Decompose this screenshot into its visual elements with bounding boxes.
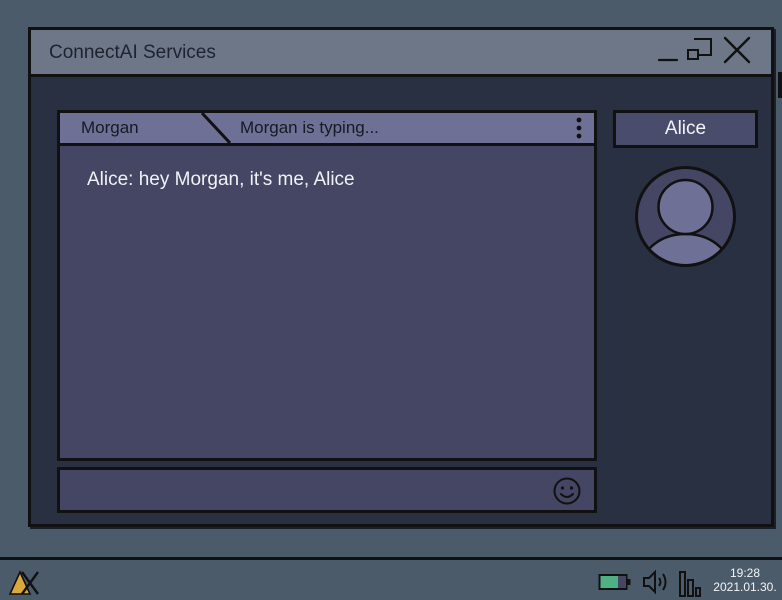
volume-icon[interactable] <box>641 569 669 595</box>
minimize-icon <box>657 58 679 62</box>
chat-tab-bar: Morgan Morgan is typing... <box>60 113 594 146</box>
clock-time: 19:28 <box>729 566 761 580</box>
typing-status: Morgan is typing... <box>240 118 379 137</box>
chat-panel: Morgan Morgan is typing... Alice: hey Mo… <box>57 110 597 461</box>
window-title: ConnectAI Services <box>49 42 216 63</box>
app-window: ConnectAI Services Morgan Morgan is typi… <box>28 27 774 527</box>
contact-name: Alice <box>613 110 758 148</box>
maximize-icon <box>687 38 712 60</box>
close-icon <box>723 36 751 64</box>
minimize-button[interactable] <box>653 34 685 66</box>
chat-message: Alice: hey Morgan, it's me, Alice <box>87 169 355 190</box>
smiley-icon[interactable] <box>552 476 582 506</box>
title-bar[interactable]: ConnectAI Services <box>31 30 771 77</box>
window-edge <box>778 72 782 98</box>
signal-icon[interactable] <box>678 568 702 598</box>
taskbar: 19:28 2021.01.30. <box>0 557 782 600</box>
maximize-button[interactable] <box>685 34 717 66</box>
tab-morgan[interactable]: Morgan <box>60 113 210 143</box>
start-logo-icon[interactable] <box>8 568 40 596</box>
message-list: Alice: hey Morgan, it's me, Alice <box>60 143 594 458</box>
tab-divider <box>200 113 232 143</box>
user-avatar-icon <box>635 166 736 267</box>
message-input[interactable] <box>57 467 597 513</box>
more-vertical-icon[interactable] <box>572 115 586 141</box>
close-button[interactable] <box>721 34 753 66</box>
system-clock[interactable]: 19:28 2021.01.30. <box>708 566 782 594</box>
tab-label: Morgan <box>81 118 139 137</box>
clock-date: 2021.01.30. <box>713 580 777 594</box>
battery-icon[interactable] <box>598 572 632 592</box>
